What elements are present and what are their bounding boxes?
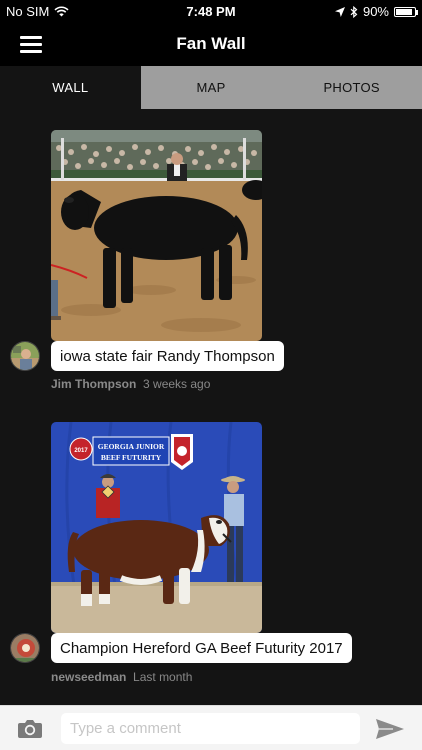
post-caption: Champion Hereford GA Beef Futurity 2017	[51, 633, 352, 663]
fan-wall-feed[interactable]: iowa state fair Randy Thompson Jim Thomp…	[0, 109, 422, 705]
camera-icon[interactable]	[17, 717, 43, 739]
author-avatar[interactable]	[10, 633, 40, 663]
post-meta: Jim Thompson 3 weeks ago	[51, 377, 210, 391]
comment-bar	[0, 705, 422, 750]
send-icon[interactable]	[375, 718, 405, 740]
post-photo[interactable]: 2017 GEORGIA JUNIOR BEEF FUTURITY	[51, 422, 262, 633]
author-avatar[interactable]	[10, 341, 40, 371]
tab-photos[interactable]: PHOTOS	[281, 66, 422, 109]
post-author[interactable]: Jim Thompson	[51, 377, 136, 391]
post-author[interactable]: newseedman	[51, 670, 126, 684]
tab-map[interactable]: MAP	[140, 66, 282, 109]
nav-bar: Fan Wall	[0, 22, 422, 66]
bluetooth-icon	[350, 5, 358, 18]
post-time: 3 weeks ago	[143, 377, 211, 391]
banner-year: 2017	[74, 448, 88, 454]
page-title: Fan Wall	[176, 34, 246, 53]
comment-input[interactable]	[61, 713, 360, 744]
post-caption: iowa state fair Randy Thompson	[51, 341, 284, 371]
status-bar: No SIM 7:48 PM 90%	[0, 0, 422, 22]
banner-line1: GEORGIA JUNIOR	[98, 442, 165, 451]
post-photo[interactable]	[51, 130, 262, 341]
battery-percent: 90%	[362, 4, 389, 19]
battery-icon	[394, 6, 418, 17]
banner-line2: BEEF FUTURITY	[101, 453, 162, 462]
post-meta: newseedman Last month	[51, 670, 192, 684]
tab-bar: WALL MAP PHOTOS	[0, 66, 422, 109]
location-arrow-icon	[334, 6, 345, 17]
tab-wall[interactable]: WALL	[0, 66, 141, 109]
post-time: Last month	[133, 670, 193, 684]
